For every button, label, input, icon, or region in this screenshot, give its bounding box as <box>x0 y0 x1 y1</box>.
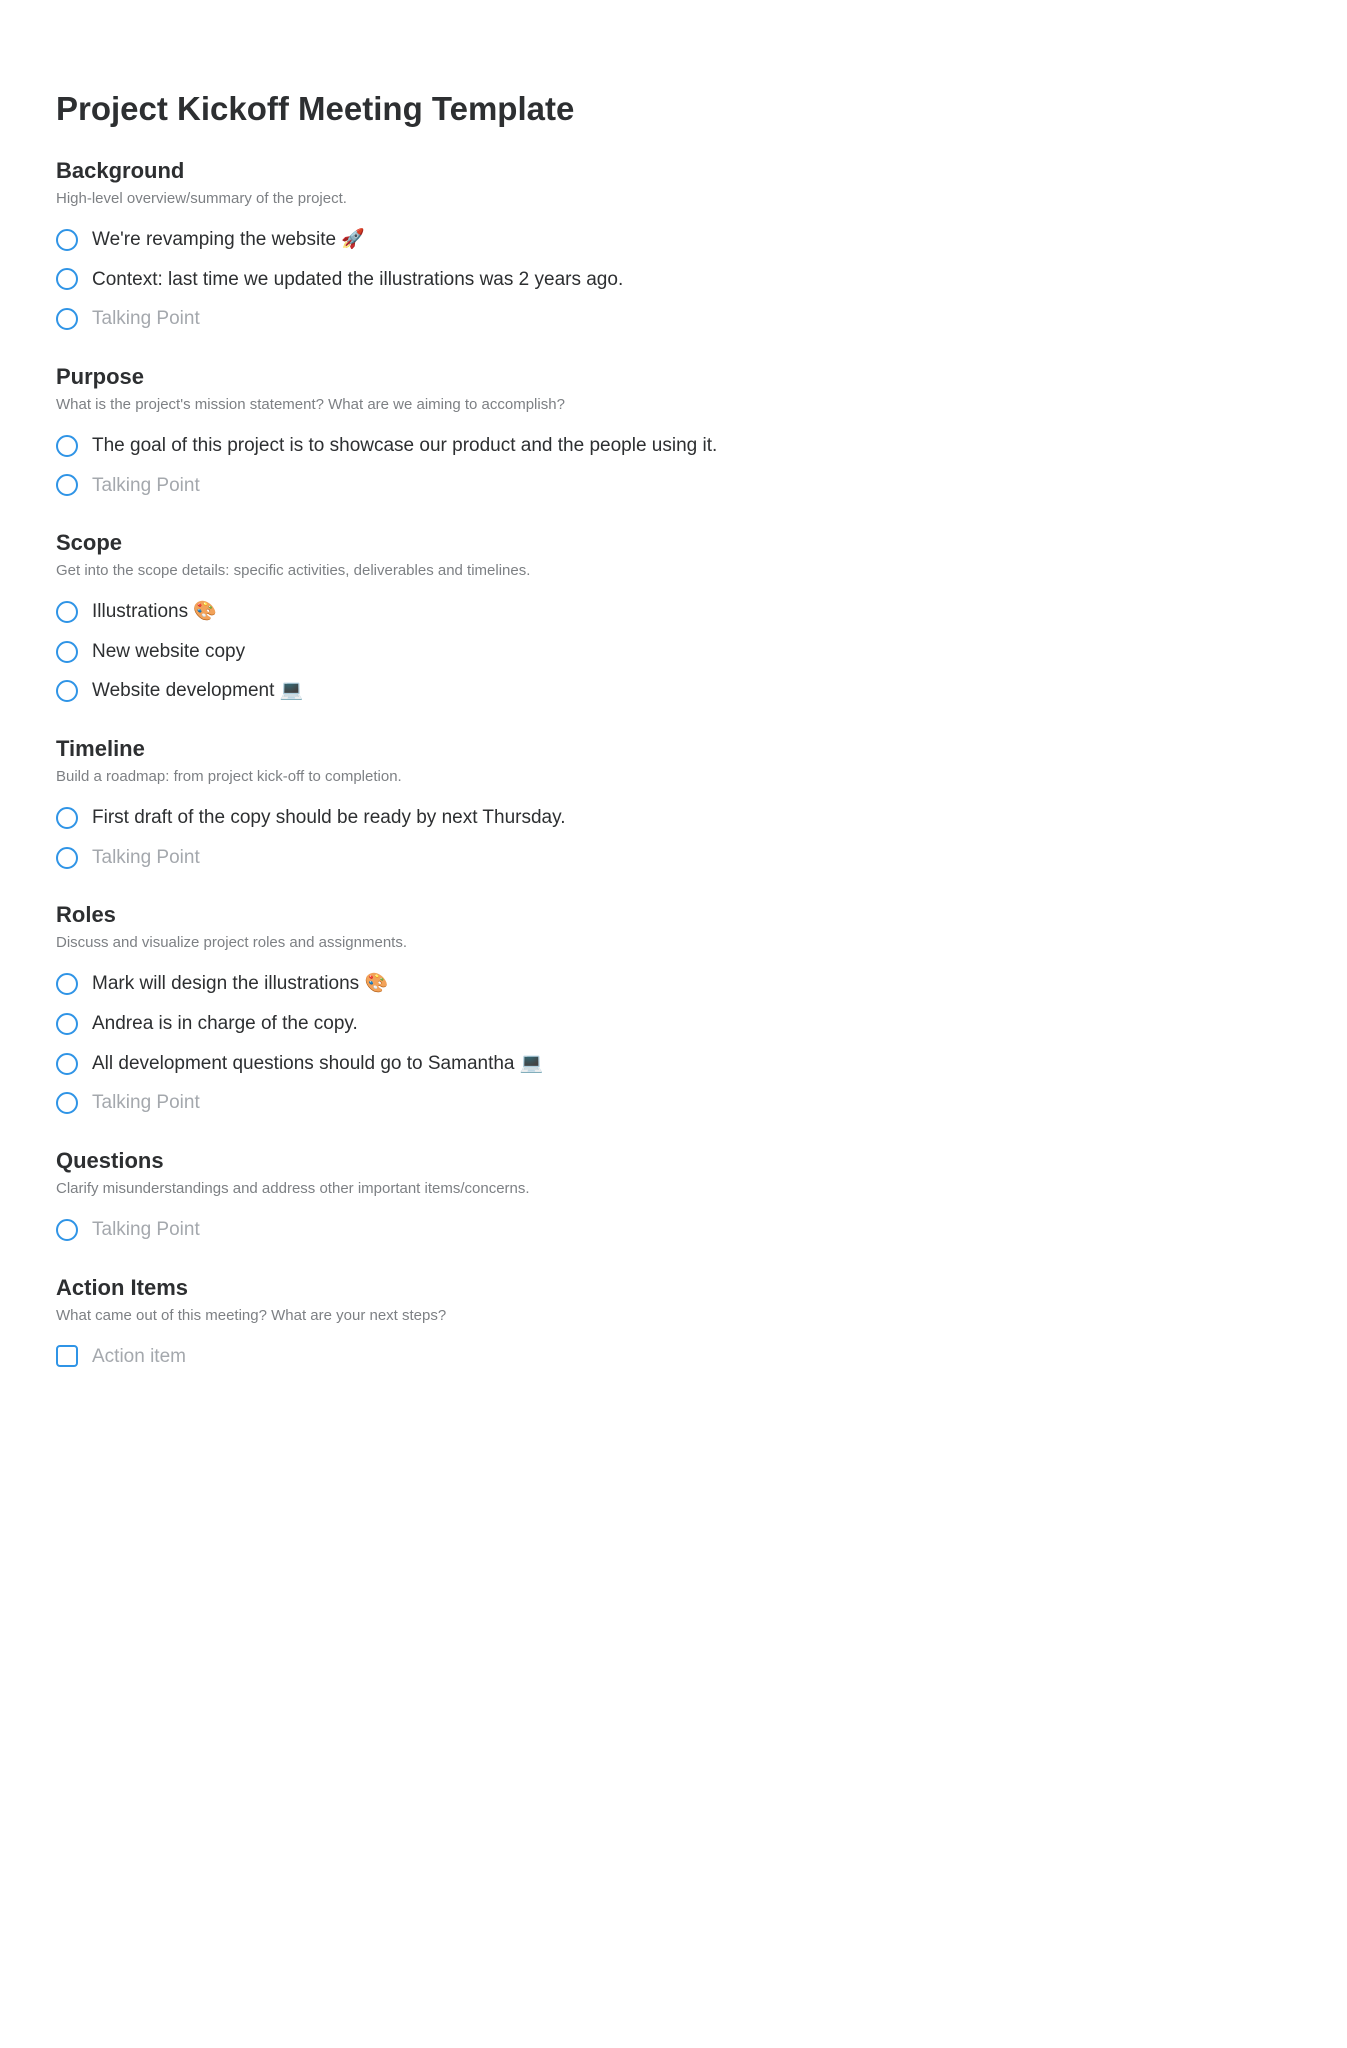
radio-circle-icon[interactable] <box>56 229 78 251</box>
radio-circle-icon[interactable] <box>56 973 78 995</box>
talking-point-item[interactable]: Andrea is in charge of the copy. <box>56 1011 946 1037</box>
talking-point-text[interactable]: The goal of this project is to showcase … <box>92 433 717 459</box>
section-desc-timeline: Build a roadmap: from project kick-off t… <box>56 766 946 787</box>
section-desc-background: High-level overview/summary of the proje… <box>56 188 946 209</box>
talking-point-text[interactable]: Andrea is in charge of the copy. <box>92 1011 358 1037</box>
talking-point-item[interactable]: Website development 💻 <box>56 678 946 704</box>
talking-point-text[interactable]: Context: last time we updated the illust… <box>92 267 623 293</box>
radio-circle-icon[interactable] <box>56 268 78 290</box>
section-roles: Roles Discuss and visualize project role… <box>56 902 946 1116</box>
talking-point-placeholder[interactable]: Talking Point <box>56 1090 946 1116</box>
section-heading-scope: Scope <box>56 530 946 556</box>
section-background: Background High-level overview/summary o… <box>56 158 946 332</box>
section-heading-timeline: Timeline <box>56 736 946 762</box>
radio-circle-icon[interactable] <box>56 1053 78 1075</box>
page: Project Kickoff Meeting Template Backgro… <box>0 0 1002 1461</box>
radio-circle-icon[interactable] <box>56 474 78 496</box>
radio-circle-icon[interactable] <box>56 680 78 702</box>
talking-point-item[interactable]: Mark will design the illustrations 🎨 <box>56 971 946 997</box>
radio-circle-icon[interactable] <box>56 641 78 663</box>
radio-circle-icon[interactable] <box>56 308 78 330</box>
section-heading-background: Background <box>56 158 946 184</box>
section-heading-questions: Questions <box>56 1148 946 1174</box>
radio-circle-icon[interactable] <box>56 1013 78 1035</box>
section-desc-roles: Discuss and visualize project roles and … <box>56 932 946 953</box>
talking-point-item[interactable]: We're revamping the website 🚀 <box>56 227 946 253</box>
talking-point-placeholder[interactable]: Talking Point <box>56 473 946 499</box>
section-desc-scope: Get into the scope details: specific act… <box>56 560 946 581</box>
talking-point-item[interactable]: First draft of the copy should be ready … <box>56 805 946 831</box>
section-questions: Questions Clarify misunderstandings and … <box>56 1148 946 1243</box>
talking-point-item[interactable]: New website copy <box>56 639 946 665</box>
section-desc-purpose: What is the project's mission statement?… <box>56 394 946 415</box>
talking-point-text[interactable]: All development questions should go to S… <box>92 1051 543 1077</box>
talking-point-text[interactable]: We're revamping the website 🚀 <box>92 227 365 253</box>
talking-point-text[interactable]: Mark will design the illustrations 🎨 <box>92 971 388 997</box>
section-action-items: Action Items What came out of this meeti… <box>56 1275 946 1370</box>
section-purpose: Purpose What is the project's mission st… <box>56 364 946 498</box>
talking-point-item[interactable]: Context: last time we updated the illust… <box>56 267 946 293</box>
action-item-placeholder-text[interactable]: Action item <box>92 1344 186 1370</box>
talking-point-text[interactable]: Illustrations 🎨 <box>92 599 217 625</box>
talking-point-placeholder-text[interactable]: Talking Point <box>92 306 200 332</box>
section-timeline: Timeline Build a roadmap: from project k… <box>56 736 946 870</box>
radio-circle-icon[interactable] <box>56 435 78 457</box>
talking-point-placeholder-text[interactable]: Talking Point <box>92 845 200 871</box>
section-desc-questions: Clarify misunderstandings and address ot… <box>56 1178 946 1199</box>
talking-point-placeholder[interactable]: Talking Point <box>56 306 946 332</box>
section-heading-purpose: Purpose <box>56 364 946 390</box>
section-heading-action-items: Action Items <box>56 1275 946 1301</box>
section-desc-action-items: What came out of this meeting? What are … <box>56 1305 946 1326</box>
radio-circle-icon[interactable] <box>56 1219 78 1241</box>
radio-circle-icon[interactable] <box>56 601 78 623</box>
talking-point-item[interactable]: Illustrations 🎨 <box>56 599 946 625</box>
talking-point-placeholder[interactable]: Talking Point <box>56 1217 946 1243</box>
radio-circle-icon[interactable] <box>56 847 78 869</box>
radio-circle-icon[interactable] <box>56 1092 78 1114</box>
talking-point-text[interactable]: New website copy <box>92 639 245 665</box>
page-title: Project Kickoff Meeting Template <box>56 90 946 128</box>
talking-point-text[interactable]: First draft of the copy should be ready … <box>92 805 566 831</box>
talking-point-placeholder-text[interactable]: Talking Point <box>92 1090 200 1116</box>
talking-point-placeholder[interactable]: Talking Point <box>56 845 946 871</box>
checkbox-icon[interactable] <box>56 1345 78 1367</box>
section-heading-roles: Roles <box>56 902 946 928</box>
action-item-placeholder[interactable]: Action item <box>56 1344 946 1370</box>
talking-point-item[interactable]: The goal of this project is to showcase … <box>56 433 946 459</box>
talking-point-item[interactable]: All development questions should go to S… <box>56 1051 946 1077</box>
talking-point-placeholder-text[interactable]: Talking Point <box>92 473 200 499</box>
radio-circle-icon[interactable] <box>56 807 78 829</box>
talking-point-placeholder-text[interactable]: Talking Point <box>92 1217 200 1243</box>
talking-point-text[interactable]: Website development 💻 <box>92 678 303 704</box>
section-scope: Scope Get into the scope details: specif… <box>56 530 946 704</box>
